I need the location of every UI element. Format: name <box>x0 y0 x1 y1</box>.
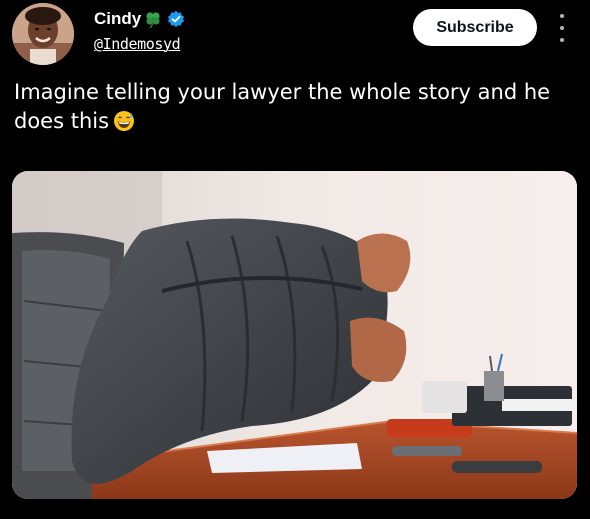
author-handle[interactable]: @Indemosyd <box>94 35 181 53</box>
tweet-photo[interactable] <box>12 171 577 499</box>
display-name[interactable]: Cindy <box>94 9 141 29</box>
clover-icon <box>144 10 162 29</box>
more-vertical-icon[interactable] <box>556 14 568 42</box>
tweet-text: Imagine telling your lawyer the whole st… <box>14 78 574 136</box>
author-name-row[interactable]: Cindy <box>94 9 185 29</box>
photo-lawyer-hiding-under-robe <box>12 171 577 499</box>
verified-badge-icon <box>167 10 185 28</box>
tweet-card: Cindy @Indemosyd Subscribe Imagine telli… <box>0 0 590 519</box>
subscribe-button[interactable]: Subscribe <box>413 9 537 46</box>
avatar-image <box>12 3 74 65</box>
tweet-text-body: Imagine telling your lawyer the whole st… <box>14 80 551 133</box>
grinning-sweat-emoji-icon <box>113 110 135 132</box>
avatar[interactable] <box>12 3 74 65</box>
